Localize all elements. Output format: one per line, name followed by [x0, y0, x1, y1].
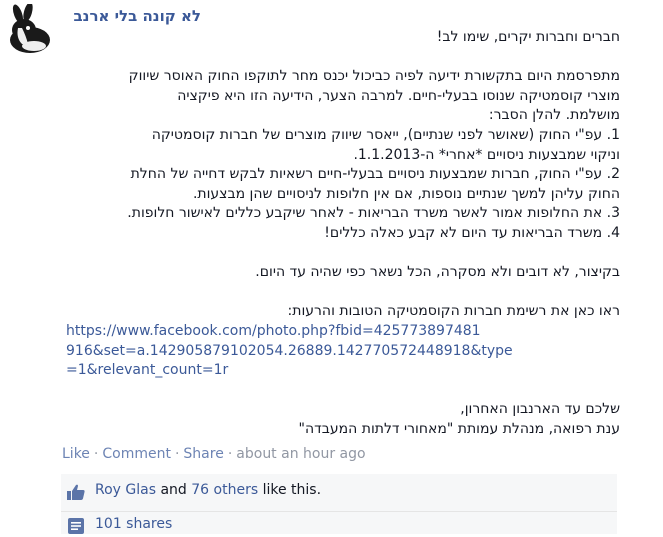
- likes-others-link[interactable]: 76 others: [191, 482, 258, 498]
- action-separator: ·: [93, 446, 99, 462]
- post-line: 4. משרד הבריאות עד היום לא קבע כאלה כללי…: [324, 224, 620, 241]
- post-line: [20, 48, 620, 68]
- post-line: 2. עפ"י החוק, חברות שמבצעות ניסויים בבעל…: [130, 166, 620, 183]
- post-link[interactable]: https://www.facebook.com/photo.php?fbid=…: [66, 322, 513, 381]
- post-line: ראו כאן את רשימת חברות הקוסמטיקה הטובות …: [287, 303, 620, 320]
- post-link-line[interactable]: =1&relevant_count=1r: [66, 361, 486, 381]
- thumbs-up-icon: [67, 484, 85, 500]
- post-line: [20, 283, 620, 303]
- post-line: 1. עפ"י החוק (שאושר לפני שנתיים), ייאסר …: [151, 126, 620, 143]
- likes-suffix-text: like this.: [262, 482, 322, 498]
- likes-text: Roy Glas and 76 others like this.: [95, 482, 321, 498]
- share-icon: [68, 518, 84, 534]
- post-actions: Like · Comment · Share · about an hour ago: [62, 446, 366, 462]
- post-line: חברים וחברות יקרים, שימו לב!: [436, 29, 620, 45]
- post-link-line[interactable]: https://www.facebook.com/photo.php?fbid=…: [66, 322, 486, 342]
- post-line: 3. את החלופות אמור לאשר משרד הבריאות - ל…: [127, 205, 620, 222]
- like-link[interactable]: Like: [62, 446, 90, 462]
- action-separator: ·: [174, 446, 180, 462]
- post-line: החוק עליהן למשך שנתיים נוספות, אם אין חל…: [192, 185, 620, 202]
- likes-row: Roy Glas and 76 others like this.: [61, 478, 617, 506]
- post-text: חברים וחברות יקרים, שימו לב! מתפרסמת היו…: [20, 28, 620, 439]
- post-line: מתפרסמת היום בתקשורת ידיעה לפיה כביכול י…: [128, 68, 620, 85]
- comment-link[interactable]: Comment: [102, 446, 171, 462]
- signature-line: שלכם עד הארנבון האחרון,: [460, 401, 620, 418]
- post-line: בקיצור, לא דובים ולא מסקרה, הכל נשאר כפי…: [255, 264, 620, 281]
- post-spacer: [20, 381, 620, 401]
- ufi-box: Roy Glas and 76 others like this. 101 sh…: [61, 474, 617, 534]
- post-line: מוצרי קוסמטיקה שנוסו בבעלי-חיים. למרבה ה…: [177, 87, 620, 104]
- signature-line: ענת רפואה, מנהלת עמותת "מאחורי דלתות המע…: [298, 420, 620, 437]
- liker-name-link[interactable]: Roy Glas: [95, 482, 156, 498]
- post-timestamp[interactable]: about an hour ago: [236, 446, 365, 462]
- shares-text: 101 shares: [95, 516, 172, 532]
- post-line: [20, 244, 620, 264]
- likes-and-text: and: [160, 482, 187, 498]
- page-name-link[interactable]: לא קונה בלי ארנב: [74, 7, 202, 25]
- share-link[interactable]: Share: [183, 446, 223, 462]
- post-line: וניקוי שמבצעות ניסויים *אחרי* ה-1.1.2013…: [353, 146, 620, 163]
- post-line: מושלמת. להלן הסבר:: [488, 107, 620, 124]
- shares-row: 101 shares: [61, 511, 617, 537]
- post-link-line[interactable]: 916&set=a.142905879102054.26889.14277057…: [66, 342, 513, 362]
- action-separator: ·: [227, 446, 233, 462]
- shares-count-link[interactable]: 101 shares: [95, 516, 172, 532]
